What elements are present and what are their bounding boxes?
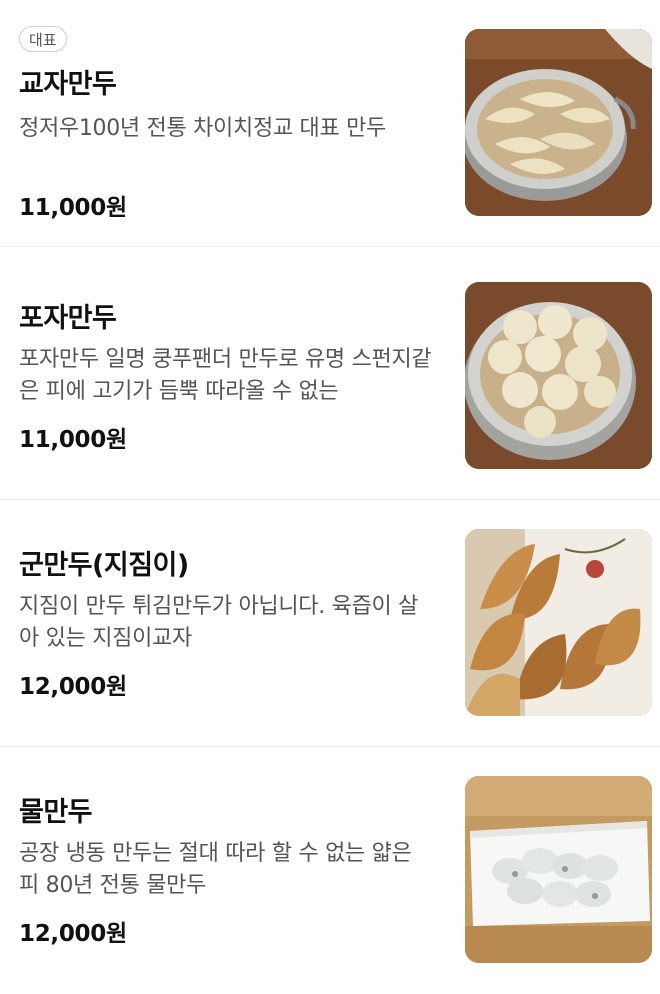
menu-item-fried-dumplings[interactable]: 군만두(지짐이) 지짐이 만두 튀김만두가 아닙니다. 육즙이 살아 있는 지짐… xyxy=(0,500,660,747)
menu-item-gyoza[interactable]: 대표 교자만두 정저우100년 전통 차이치정교 대표 만두 11,000원 xyxy=(0,0,660,247)
menu-item-price: 11,000원 xyxy=(19,427,127,453)
menu-item-price: 11,000원 xyxy=(19,195,127,221)
gyoza-in-steamer-photo xyxy=(465,29,652,216)
menu-list: 대표 교자만두 정저우100년 전통 차이치정교 대표 만두 11,000원 포… xyxy=(0,0,660,988)
menu-item-name: 교자만두 xyxy=(19,69,117,100)
pan-fried-dumplings-photo xyxy=(465,529,652,716)
menu-item-name: 군만두(지짐이) xyxy=(19,550,189,581)
menu-item-description: 지짐이 만두 튀김만두가 아닙니다. 육즙이 살아 있는 지짐이교자 xyxy=(19,594,419,651)
menu-item-baozi[interactable]: 포자만두 포자만두 일명 쿵푸팬더 만두로 유명 스펀지같은 피에 고기가 듬뿍… xyxy=(0,253,660,500)
menu-item-boiled-dumplings[interactable]: 물만두 공장 냉동 만두는 절대 따라 할 수 없는 얇은 피 80년 전통 물… xyxy=(0,747,660,994)
menu-item-description: 정저우100년 전통 차이치정교 대표 만두 xyxy=(19,116,386,141)
menu-item-price: 12,000원 xyxy=(19,674,127,700)
menu-item-price: 12,000원 xyxy=(19,921,127,947)
signature-badge: 대표 xyxy=(19,26,67,52)
boiled-dumplings-plate-photo xyxy=(465,776,652,963)
baozi-in-steamer-photo xyxy=(465,282,652,469)
menu-item-description: 공장 냉동 만두는 절대 따라 할 수 없는 얇은 피 80년 전통 물만두 xyxy=(19,841,412,898)
menu-item-name: 물만두 xyxy=(19,797,93,828)
menu-item-description: 포자만두 일명 쿵푸팬더 만두로 유명 스펀지같은 피에 고기가 듬뿍 따라올 … xyxy=(19,347,432,404)
menu-item-name: 포자만두 xyxy=(19,303,117,334)
